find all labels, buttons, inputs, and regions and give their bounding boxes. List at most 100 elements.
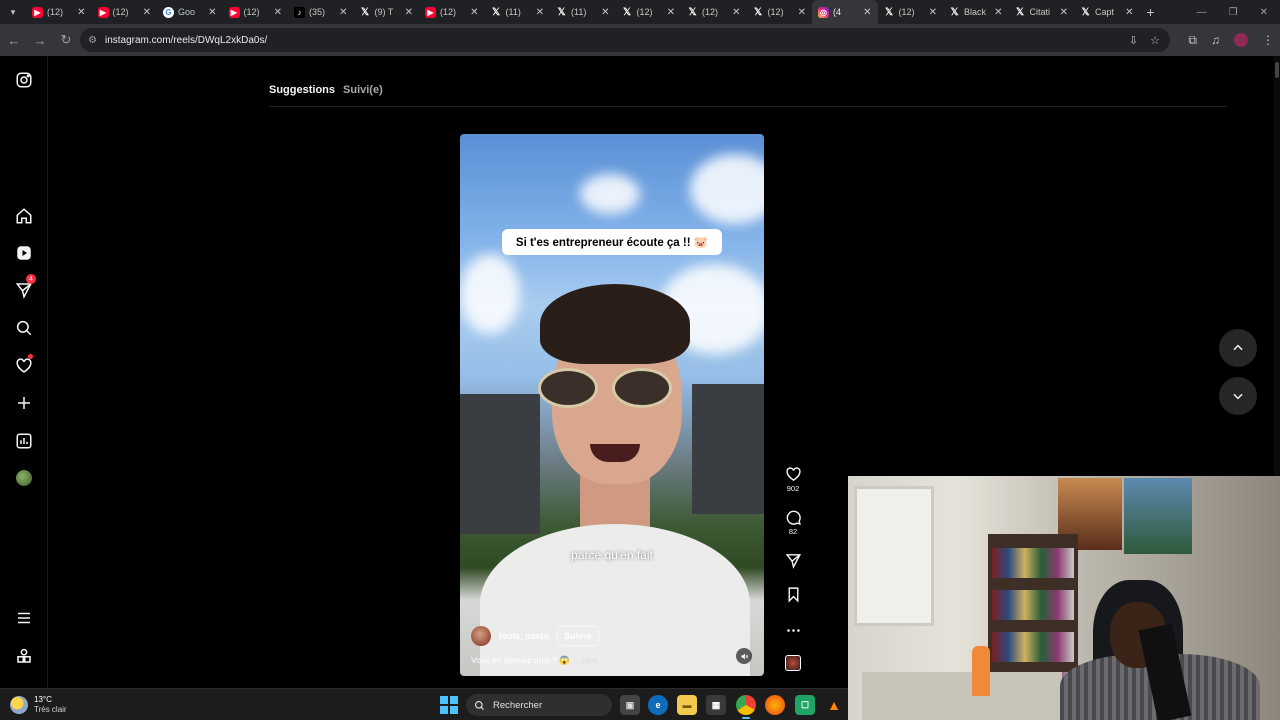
more-options-icon[interactable] xyxy=(785,622,802,639)
close-tab-icon[interactable]: ✕ xyxy=(994,7,1002,18)
more-link[interactable]: ... plus xyxy=(572,655,597,665)
close-tab-icon[interactable]: ✕ xyxy=(863,7,871,18)
lens-right xyxy=(612,368,672,408)
follow-button[interactable]: Suivre xyxy=(557,626,599,646)
original-audio-thumbnail[interactable] xyxy=(785,655,801,671)
browser-tab[interactable]: ▶ (12) ✕ xyxy=(419,0,485,24)
comment-bubble-icon[interactable] xyxy=(785,509,802,526)
windows-start-icon[interactable] xyxy=(440,696,458,714)
chat-app-icon[interactable]: ☐ xyxy=(795,695,815,715)
author-avatar[interactable] xyxy=(471,626,491,646)
close-tab-icon[interactable]: ✕ xyxy=(77,7,85,18)
browser-menu-icon[interactable]: ⋮ xyxy=(1262,33,1274,47)
also-from-meta-icon[interactable] xyxy=(14,646,34,666)
browser-tab[interactable]: ▶ (12) ✕ xyxy=(26,0,92,24)
cloud xyxy=(460,254,520,334)
browser-tab[interactable]: 𝕏 (12) ✕ xyxy=(747,0,813,24)
close-tab-icon[interactable]: ✕ xyxy=(929,7,937,18)
browser-tab[interactable]: 𝕏 Black ✕ xyxy=(943,0,1009,24)
x-icon: 𝕏 xyxy=(1081,6,1090,18)
new-tab-icon[interactable]: + xyxy=(1140,4,1162,20)
close-tab-icon[interactable]: ✕ xyxy=(208,7,216,18)
tab-suggestions[interactable]: Suggestions xyxy=(269,84,335,96)
back-icon[interactable]: ← xyxy=(2,28,26,52)
reel-video[interactable]: Si t'es entrepreneur écoute ça !! 🐷 parc… xyxy=(460,134,764,676)
close-tab-icon[interactable]: ✕ xyxy=(143,7,151,18)
profile-avatar-icon[interactable] xyxy=(14,468,34,488)
profile-avatar[interactable] xyxy=(1234,33,1248,47)
close-tab-icon[interactable]: ✕ xyxy=(798,7,806,18)
x-icon: 𝕏 xyxy=(557,6,566,18)
browser-tab[interactable]: 𝕏 (12) ✕ xyxy=(616,0,682,24)
install-app-icon[interactable]: ⇩ xyxy=(1129,34,1138,47)
home-icon[interactable] xyxy=(14,206,34,226)
share-action xyxy=(780,552,806,569)
close-tab-icon[interactable]: ✕ xyxy=(274,7,282,18)
next-reel-button[interactable] xyxy=(1219,377,1257,415)
chevron-up-icon xyxy=(1233,344,1243,351)
search-icon[interactable] xyxy=(14,318,34,338)
browser-tab[interactable]: 𝕏 Citati ✕ xyxy=(1009,0,1075,24)
close-tab-icon[interactable]: ✕ xyxy=(536,7,544,18)
browser-tab[interactable]: 𝕏 (12) ✕ xyxy=(681,0,747,24)
close-tab-icon[interactable]: ✕ xyxy=(339,7,347,18)
maximize-icon[interactable]: ❐ xyxy=(1229,7,1238,18)
notifications-heart-icon[interactable] xyxy=(14,354,34,376)
browser-tab[interactable]: G Goo ✕ xyxy=(157,0,223,24)
close-tab-icon[interactable]: ✕ xyxy=(601,7,609,18)
close-tab-icon[interactable]: ✕ xyxy=(732,7,740,18)
browser-tab[interactable]: 𝕏 (11) ✕ xyxy=(485,0,551,24)
close-tab-icon[interactable]: ✕ xyxy=(1060,7,1068,18)
author-username[interactable]: louis_nasto xyxy=(499,631,549,641)
browser-tab[interactable]: 𝕏 (12) ✕ xyxy=(878,0,944,24)
media-controls-icon[interactable]: ♫ xyxy=(1211,33,1220,47)
browser-tab[interactable]: ▶ (12) ✕ xyxy=(223,0,289,24)
bookmark-star-icon[interactable]: ☆ xyxy=(1150,34,1160,47)
tab-search-icon[interactable]: ▾ xyxy=(0,0,26,24)
extensions-area: ⧉ ♫ ⋮ xyxy=(1188,24,1274,56)
create-plus-icon[interactable] xyxy=(14,393,34,413)
firefox-icon[interactable] xyxy=(765,695,785,715)
messages-icon[interactable]: 4 xyxy=(14,274,36,300)
close-tab-icon[interactable]: ✕ xyxy=(667,7,675,18)
close-tab-icon[interactable]: ✕ xyxy=(470,7,478,18)
mute-speaker-icon[interactable] xyxy=(736,648,752,664)
like-heart-icon[interactable] xyxy=(785,466,802,483)
windows-taskbar: 13°C Très clair Rechercher ▣ e ▬ ▦ ☐ ▲ xyxy=(0,688,848,720)
close-window-icon[interactable]: ✕ xyxy=(1260,7,1268,18)
bookmark-icon[interactable] xyxy=(785,586,802,603)
reel-overlay-caption: Si t'es entrepreneur écoute ça !! 🐷 xyxy=(502,229,722,255)
task-view-icon[interactable]: ▣ xyxy=(620,695,640,715)
edge-icon[interactable]: e xyxy=(648,695,668,715)
minimize-icon[interactable]: — xyxy=(1197,7,1207,18)
scrollbar-thumb[interactable] xyxy=(1275,62,1279,78)
close-tab-icon[interactable]: ✕ xyxy=(1125,7,1133,18)
browser-tab[interactable]: 𝕏 Capt ✕ xyxy=(1074,0,1140,24)
tab-following[interactable]: Suivi(e) xyxy=(343,84,383,96)
forward-icon[interactable]: → xyxy=(28,28,52,52)
taskbar-search[interactable]: Rechercher xyxy=(466,694,612,716)
file-explorer-icon[interactable]: ▬ xyxy=(677,695,697,715)
reload-icon[interactable]: ↻ xyxy=(54,28,78,52)
vlc-icon[interactable]: ▲ xyxy=(824,695,844,715)
dashboard-icon[interactable] xyxy=(14,431,34,451)
share-send-icon[interactable] xyxy=(785,552,802,569)
extensions-icon[interactable]: ⧉ xyxy=(1188,33,1197,48)
site-info-icon[interactable]: ⚙ xyxy=(88,35,97,46)
browser-tab[interactable]: 𝕏 (11) ✕ xyxy=(550,0,616,24)
browser-tab[interactable]: 𝕏 (9) T ✕ xyxy=(354,0,420,24)
more-menu-icon[interactable] xyxy=(14,608,34,628)
instagram-logo-icon[interactable] xyxy=(14,70,34,90)
reels-icon[interactable] xyxy=(14,243,34,263)
close-tab-icon[interactable]: ✕ xyxy=(405,7,413,18)
browser-tab[interactable]: ▶ (12) ✕ xyxy=(92,0,158,24)
weather-widget[interactable]: 13°C Très clair xyxy=(10,695,67,715)
browser-tab[interactable]: ♪ (35) ✕ xyxy=(288,0,354,24)
more-options-action xyxy=(780,622,806,639)
tab-title: (12) xyxy=(112,7,129,17)
browser-tab[interactable]: ◎ (4 ✕ xyxy=(812,0,878,24)
chrome-icon[interactable] xyxy=(736,695,756,715)
address-bar[interactable]: ⚙ instagram.com/reels/DWqL2xkDa0s/ ⇩ ☆ xyxy=(80,28,1170,52)
microsoft-store-icon[interactable]: ▦ xyxy=(706,695,726,715)
previous-reel-button[interactable] xyxy=(1219,329,1257,367)
